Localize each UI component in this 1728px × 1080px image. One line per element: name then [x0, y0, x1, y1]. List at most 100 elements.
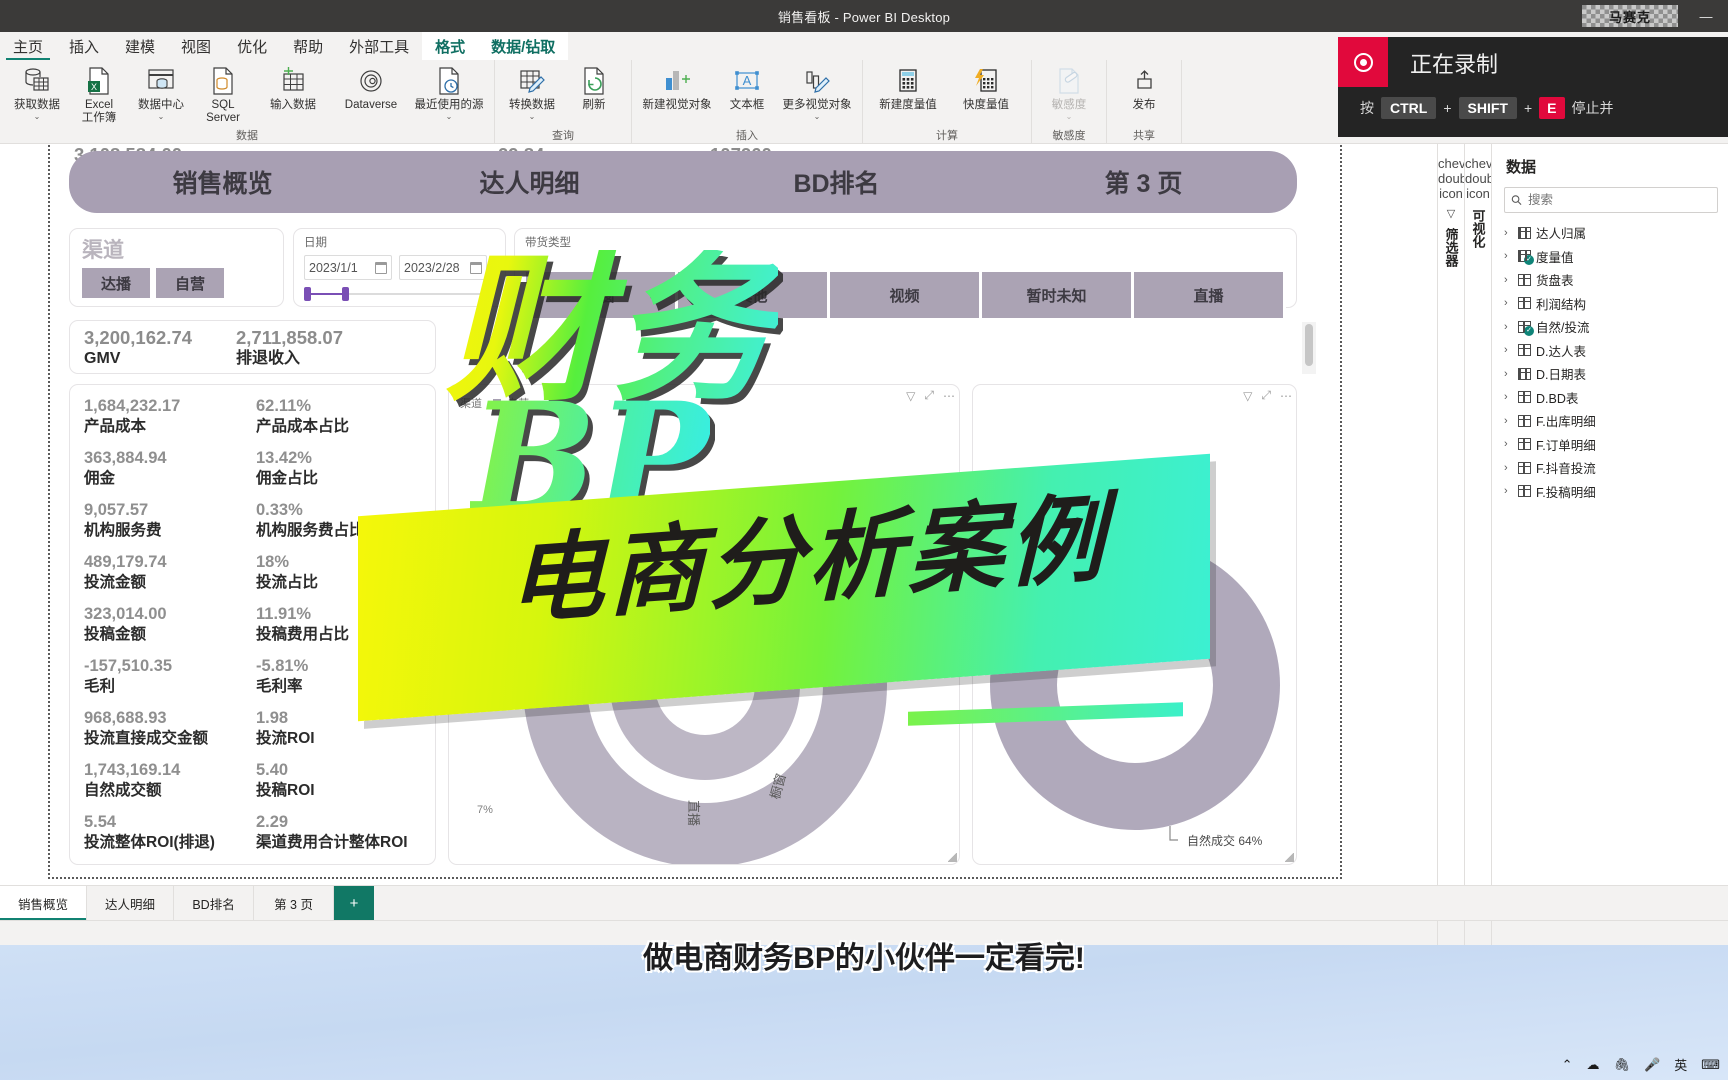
page-tab-page-3[interactable]: 第 3 页 [254, 886, 335, 920]
data-table-item[interactable]: › ✓ 度量值 [1492, 245, 1728, 269]
ribbon-button-more-visuals[interactable]: 更多视觉对象 ⌄ [778, 64, 856, 121]
chevron-right-icon[interactable]: › [1504, 344, 1513, 356]
page-tab-bd-ranking[interactable]: BD排名 [174, 886, 255, 920]
data-table-item[interactable]: › D.日期表 [1492, 362, 1728, 386]
chevron-double-icon[interactable]: chevron-double-icon [1438, 156, 1489, 201]
cloud-icon[interactable]: ☁ [1587, 1057, 1600, 1073]
data-table-item[interactable]: › F.出库明细 [1492, 409, 1728, 433]
ribbon-button-sensitivity[interactable]: 敏感度 ⌄ [1038, 64, 1100, 121]
ribbon-tab-optimize[interactable]: 优化 [224, 32, 280, 60]
slicer-option-other[interactable]: 其他 [678, 272, 830, 318]
ribbon-button-get-data[interactable]: 获取数据 ⌄ [6, 64, 68, 121]
ribbon-button-recent-sources[interactable]: 最近使用的源 ⌄ [410, 64, 488, 121]
ribbon-tab-help[interactable]: 帮助 [280, 32, 336, 60]
slicer-option-unknown[interactable]: 暂时未知 [982, 272, 1134, 318]
chevron-down-icon[interactable]: ⌄ [814, 112, 821, 121]
ribbon-button-dataverse[interactable]: Dataverse [332, 64, 410, 112]
chevron-down-icon[interactable]: ⌄ [158, 112, 165, 121]
chevron-right-icon[interactable]: › [1504, 297, 1513, 309]
ribbon-tab-insert[interactable]: 插入 [56, 32, 112, 60]
ribbon-button-transform-data[interactable]: 转换数据 ⌄ [501, 64, 563, 121]
slicer-option-video[interactable]: 视频 [830, 272, 982, 318]
ribbon-button-publish[interactable]: 发布 [1113, 64, 1175, 112]
date-end-input[interactable]: 2023/2/28 [399, 255, 487, 280]
data-table-item[interactable]: › D.BD表 [1492, 386, 1728, 410]
data-table-item[interactable]: › 货盘表 [1492, 268, 1728, 292]
chevron-right-icon[interactable]: › [1504, 415, 1513, 427]
date-range-slider[interactable] [304, 287, 490, 301]
kpi-card-top-left[interactable]: 3,200,162.74 GMV 2,711,858.07 排退收入 [69, 320, 436, 374]
record-dot-icon[interactable] [1338, 37, 1388, 87]
ribbon-button-new-visual[interactable]: 新建视觉对象 [638, 64, 716, 112]
data-table-item[interactable]: › 利润结构 [1492, 292, 1728, 316]
calendar-icon[interactable] [470, 261, 482, 274]
data-table-item[interactable]: › F.投稿明细 [1492, 480, 1728, 504]
chevron-down-icon[interactable]: ⌄ [446, 112, 453, 121]
data-table-item[interactable]: › F.抖音投流 [1492, 456, 1728, 480]
ribbon-button-quick-measure[interactable]: 快度量值 [947, 64, 1025, 112]
nav-item-talent-detail[interactable]: 达人明细 [376, 164, 683, 200]
chevron-right-icon[interactable]: › [1504, 485, 1513, 497]
minimize-button[interactable]: — [1684, 0, 1728, 32]
date-start-input[interactable]: 2023/1/1 [304, 255, 392, 280]
network-icon[interactable]: 🖇 [1614, 1057, 1631, 1073]
search-input[interactable] [1527, 193, 1711, 207]
ribbon-tab-home[interactable]: 主页 [0, 32, 56, 60]
slicer-option-daobo[interactable]: 达播 [82, 268, 150, 298]
chevron-right-icon[interactable]: › [1504, 321, 1513, 333]
ribbon-tab-modeling[interactable]: 建模 [112, 32, 168, 60]
slicer-option-ziying[interactable]: 自营 [156, 268, 224, 298]
page-tab-talent-detail[interactable]: 达人明细 [87, 886, 175, 920]
visual-resize-handle[interactable] [948, 853, 957, 862]
data-table-item[interactable]: › ✓ 自然/投流 [1492, 315, 1728, 339]
slicer-option-live[interactable]: 直播 [1134, 272, 1286, 318]
kpi-scroll-track[interactable] [1302, 322, 1316, 374]
data-table-item[interactable]: › D.达人表 [1492, 339, 1728, 363]
ribbon-button-sql-server[interactable]: SQL Server [192, 64, 254, 125]
chevron-right-icon[interactable]: › [1504, 368, 1513, 380]
slicer-product-type[interactable]: 带货类型 橱窗 其他 视频 暂时未知 直播 [514, 228, 1297, 318]
ribbon-tab-external-tools[interactable]: 外部工具 [336, 32, 422, 60]
chevron-right-icon[interactable]: › [1504, 438, 1513, 450]
ribbon-tab-data-drill[interactable]: 数据/钻取 [478, 32, 569, 60]
page-tab-sales-overview[interactable]: 销售概览 [0, 886, 88, 920]
ribbon-button-text-box[interactable]: A 文本框 [716, 64, 778, 112]
kpi-scroll-thumb[interactable] [1305, 324, 1313, 366]
nav-item-bd-ranking[interactable]: BD排名 [683, 164, 990, 200]
ribbon-tab-format[interactable]: 格式 [422, 32, 479, 60]
slicer-channel[interactable]: 渠道 达播 自营 [69, 228, 284, 307]
add-page-button[interactable]: + [334, 886, 375, 920]
nav-item-page-3[interactable]: 第 3 页 [990, 164, 1297, 200]
visual-resize-handle[interactable] [1285, 853, 1294, 862]
chevron-down-icon[interactable]: ⌄ [529, 112, 536, 121]
slicer-date[interactable]: 日期 2023/1/1 2023/2/28 [293, 228, 506, 307]
calendar-icon[interactable] [375, 261, 387, 274]
visualizations-pane-collapsed[interactable]: chevron-double-icon 可视化 [1464, 144, 1516, 885]
chevron-double-icon[interactable]: chevron-double-icon [1465, 156, 1516, 201]
data-table-item[interactable]: › 达人归属 [1492, 221, 1728, 245]
chevron-down-icon[interactable]: ⌄ [1066, 112, 1073, 121]
keyboard-icon[interactable]: ⌨ [1701, 1057, 1720, 1073]
chevron-right-icon[interactable]: › [1504, 227, 1513, 239]
chevron-right-icon[interactable]: › [1504, 391, 1513, 403]
filters-pane-collapsed[interactable]: chevron-double-icon ▽ 筛选器 [1437, 144, 1489, 885]
ime-icon[interactable]: 英 [1674, 1055, 1687, 1074]
chevron-up-icon[interactable]: ⌃ [1562, 1057, 1573, 1073]
chevron-right-icon[interactable]: › [1504, 274, 1513, 286]
chevron-down-icon[interactable]: ⌄ [34, 112, 41, 121]
ribbon-button-refresh[interactable]: 刷新 [563, 64, 625, 112]
slicer-option-chuchuang[interactable]: 橱窗 [526, 272, 678, 318]
data-pane-search[interactable] [1504, 187, 1718, 213]
chevron-right-icon[interactable]: › [1504, 250, 1513, 262]
slider-handle-start[interactable] [304, 287, 311, 301]
chevron-right-icon[interactable]: › [1504, 462, 1513, 474]
ribbon-button-enter-data[interactable]: 输入数据 [254, 64, 332, 112]
ribbon-tab-view[interactable]: 视图 [168, 32, 224, 60]
ribbon-button-excel-workbook[interactable]: X Excel 工作簿 [68, 64, 130, 125]
nav-item-sales-overview[interactable]: 销售概览 [69, 164, 376, 200]
slider-handle-end[interactable] [342, 287, 349, 301]
data-table-item[interactable]: › F.订单明细 [1492, 433, 1728, 457]
ribbon-button-data-hub[interactable]: 数据中心 ⌄ [130, 64, 192, 121]
ribbon-button-new-measure[interactable]: 新建度量值 [869, 64, 947, 112]
microphone-icon[interactable]: 🎤 [1644, 1057, 1660, 1073]
